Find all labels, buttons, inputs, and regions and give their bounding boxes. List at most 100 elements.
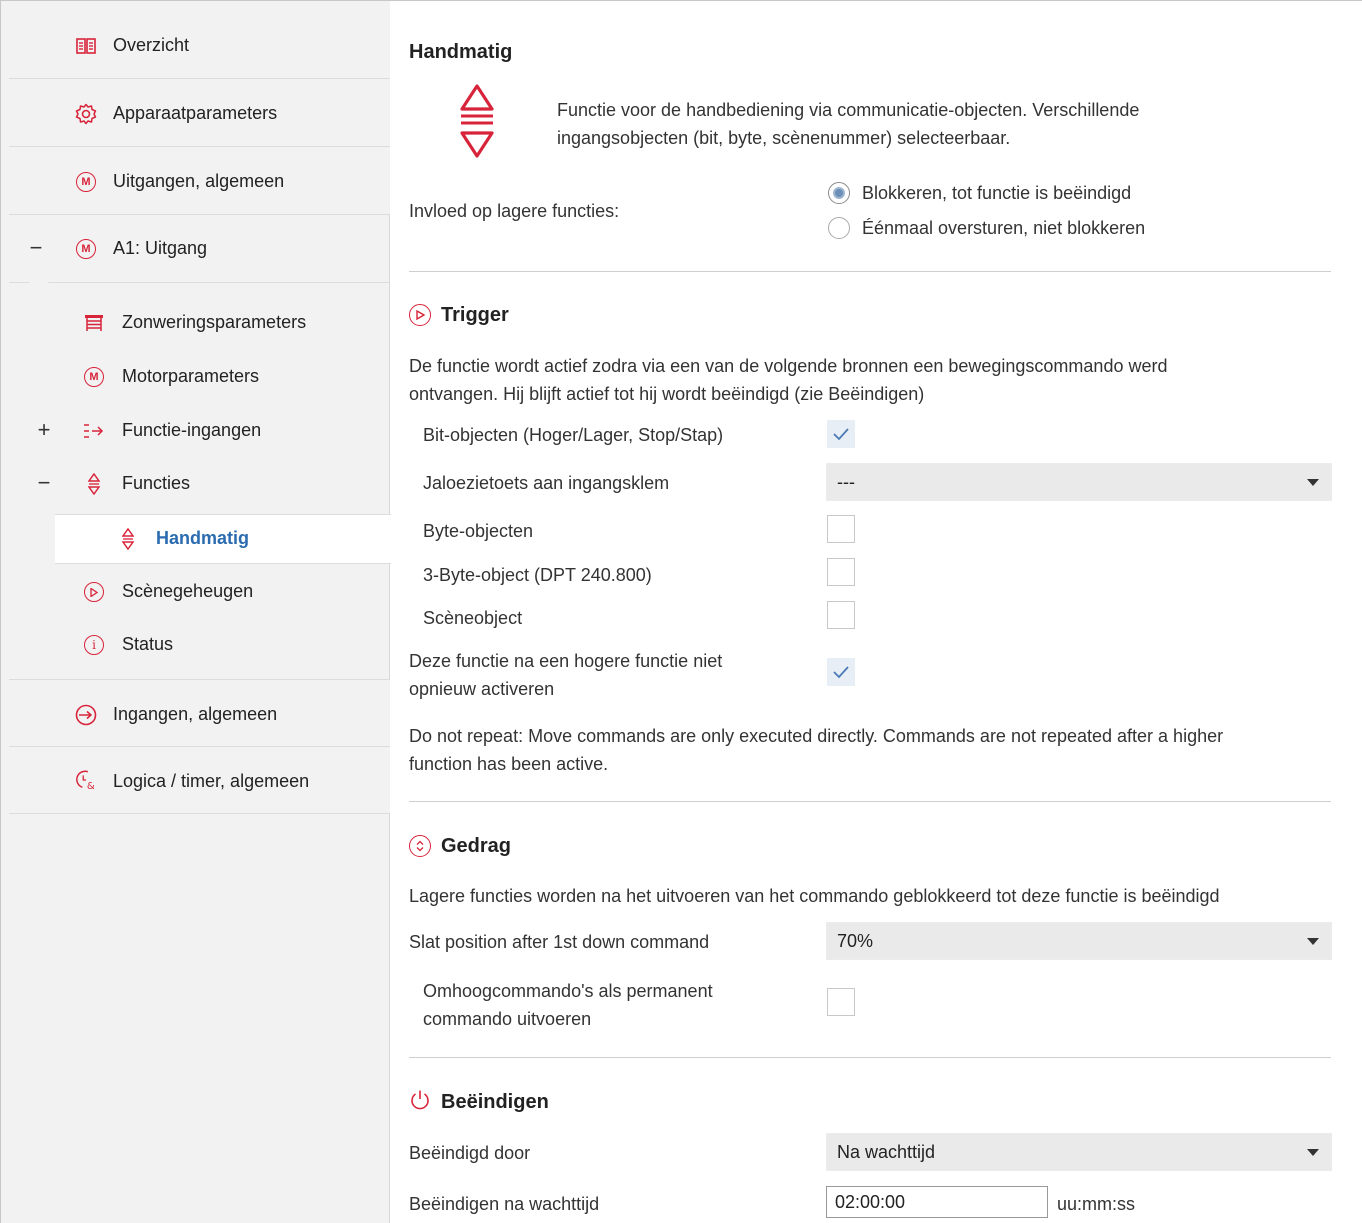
sidebar-item-label: Motorparameters — [122, 366, 260, 386]
scene-object-checkbox[interactable] — [827, 601, 855, 629]
sidebar-item-label: Status — [122, 634, 174, 654]
logic-timer-icon: & — [75, 769, 97, 792]
do-not-repeat-note: Do not repeat: Move commands are only ex… — [409, 726, 1224, 746]
sidebar-item-handmatig[interactable]: Handmatig — [55, 514, 391, 564]
no-reactivate-checkbox[interactable] — [827, 658, 855, 686]
sidebar-item-label: Apparaatparameters — [113, 103, 278, 123]
input-value: 02:00:00 — [835, 1191, 906, 1212]
sidebar-item-label: Uitgangen, algemeen — [113, 171, 285, 191]
input-arrow-icon — [83, 420, 105, 442]
sidebar-item-status[interactable]: i Status — [9, 623, 390, 667]
slat-position-label: Slat position after 1st down command — [409, 932, 710, 952]
trigger-description: De functie wordt actief zodra via een va… — [409, 356, 1168, 376]
up-down-icon — [117, 528, 139, 550]
gedrag-description: Lagere functies worden na het uitvoeren … — [409, 886, 1220, 906]
collapse-icon[interactable]: − — [29, 237, 43, 259]
sidebar-item-zonweringsparameters[interactable]: Zonweringsparameters — [9, 301, 390, 345]
radio-label: Éénmaal oversturen, niet blokkeren — [862, 218, 1146, 238]
bit-objects-label: Bit-objecten (Hoger/Lager, Stop/Stap) — [423, 425, 724, 445]
description-line: Functie voor de handbediening via commun… — [557, 100, 1140, 120]
do-not-repeat-note: function has been active. — [409, 754, 609, 774]
scene-object-label: Scèneobject — [423, 608, 523, 628]
wait-time-unit: uu:mm:ss — [1057, 1194, 1136, 1214]
divider — [409, 1057, 1331, 1058]
chevron-down-icon — [1307, 479, 1319, 486]
sidebar-item-label: Zonweringsparameters — [122, 312, 307, 332]
behaviour-icon — [409, 835, 431, 857]
permanent-up-label: Omhoogcommando's als permanent — [423, 981, 713, 1001]
sidebar-item-ingangen-algemeen[interactable]: Ingangen, algemeen — [9, 679, 390, 747]
power-icon — [409, 1089, 431, 1116]
no-reactivate-label: Deze functie na een hogere functie niet — [409, 651, 723, 671]
sidebar-item-label: Functie-ingangen — [122, 420, 262, 440]
description-line: ingangsobjecten (bit, byte, scènenummer)… — [557, 128, 1011, 148]
wait-time-label: Beëindigen na wachttijd — [409, 1194, 600, 1214]
motor-icon: M — [83, 366, 105, 388]
sidebar-item-overzicht[interactable]: Overzicht — [9, 1, 390, 79]
three-byte-label: 3-Byte-object (DPT 240.800) — [423, 565, 652, 585]
sidebar-item-logica-timer[interactable]: & Logica / timer, algemeen — [9, 747, 390, 814]
sidebar-item-scenegeheugen[interactable]: Scènegeheugen — [9, 570, 390, 614]
sidebar-item-motorparameters[interactable]: M Motorparameters — [9, 355, 390, 399]
select-value: 70% — [837, 930, 874, 951]
sidebar-item-label: Functies — [122, 473, 191, 493]
slat-position-select[interactable]: 70% — [826, 922, 1332, 960]
book-icon — [75, 35, 97, 57]
wait-time-input[interactable]: 02:00:00 — [826, 1186, 1048, 1218]
motor-icon: M — [75, 238, 97, 260]
input-circle-icon — [75, 704, 97, 726]
trigger-description: ontvangen. Hij blijft actief tot hij wor… — [409, 384, 925, 404]
influence-label: Invloed op lagere functies: — [409, 201, 620, 221]
notch-indicator — [29, 282, 49, 291]
radio-option-once[interactable]: Éénmaal oversturen, niet blokkeren — [828, 214, 1145, 242]
select-value: Na wachttijd — [837, 1141, 936, 1162]
trigger-icon — [409, 304, 431, 326]
byte-objects-label: Byte-objecten — [423, 521, 534, 541]
motor-icon: M — [75, 171, 97, 193]
section-title-trigger: Trigger — [441, 304, 509, 326]
radio-button[interactable] — [828, 182, 850, 204]
section-title-gedrag: Gedrag — [441, 835, 512, 857]
sidebar-item-a1-uitgang[interactable]: − M A1: Uitgang — [9, 215, 390, 282]
sidebar-item-label: Scènegeheugen — [122, 581, 254, 601]
up-down-icon — [83, 473, 105, 495]
permanent-up-label: commando uitvoeren — [423, 1009, 592, 1029]
sidebar-item-label: Ingangen, algemeen — [113, 704, 278, 724]
sidebar-item-label: A1: Uitgang — [113, 238, 208, 258]
jalousie-select[interactable]: --- — [826, 463, 1332, 501]
divider — [409, 271, 1331, 272]
sidebar-item-label: Overzicht — [113, 35, 190, 55]
radio-button[interactable] — [828, 217, 850, 239]
chevron-down-icon — [1307, 1149, 1319, 1156]
page-title: Handmatig — [409, 41, 513, 63]
main-panel: Handmatig Functie voor de handbediening … — [391, 1, 1362, 1223]
expand-icon[interactable]: + — [37, 419, 51, 441]
sidebar-item-functies[interactable]: − Functies — [9, 462, 390, 506]
divider — [409, 801, 1331, 802]
play-circle-icon — [83, 581, 105, 603]
no-reactivate-label: opnieuw activeren — [409, 679, 555, 699]
sidebar: Overzicht Apparaatparameters M Uitgangen… — [1, 1, 391, 1223]
radio-label: Blokkeren, tot functie is beëindigd — [862, 183, 1132, 203]
sidebar-item-apparaatparameters[interactable]: Apparaatparameters — [9, 79, 390, 147]
jalousie-label: Jaloezietoets aan ingangsklem — [423, 473, 670, 493]
divider — [9, 282, 390, 283]
radio-option-block[interactable]: Blokkeren, tot functie is beëindigd — [828, 179, 1131, 207]
collapse-icon[interactable]: − — [37, 472, 51, 494]
permanent-up-checkbox[interactable] — [827, 988, 855, 1016]
sidebar-item-functie-ingangen[interactable]: + Functie-ingangen — [9, 409, 390, 453]
sidebar-item-label: Logica / timer, algemeen — [113, 771, 310, 791]
ended-by-select[interactable]: Na wachttijd — [826, 1133, 1332, 1171]
sidebar-item-label: Handmatig — [156, 528, 250, 548]
manual-up-down-icon — [459, 83, 495, 166]
chevron-down-icon — [1307, 938, 1319, 945]
blind-icon — [83, 312, 105, 334]
gear-icon — [75, 103, 97, 125]
section-title-beeindigen: Beëindigen — [441, 1091, 549, 1113]
three-byte-checkbox[interactable] — [827, 558, 855, 586]
byte-objects-checkbox[interactable] — [827, 515, 855, 543]
bit-objects-checkbox[interactable] — [827, 420, 855, 448]
select-value: --- — [837, 471, 855, 492]
sidebar-item-uitgangen-algemeen[interactable]: M Uitgangen, algemeen — [9, 147, 390, 215]
info-icon: i — [83, 634, 105, 656]
